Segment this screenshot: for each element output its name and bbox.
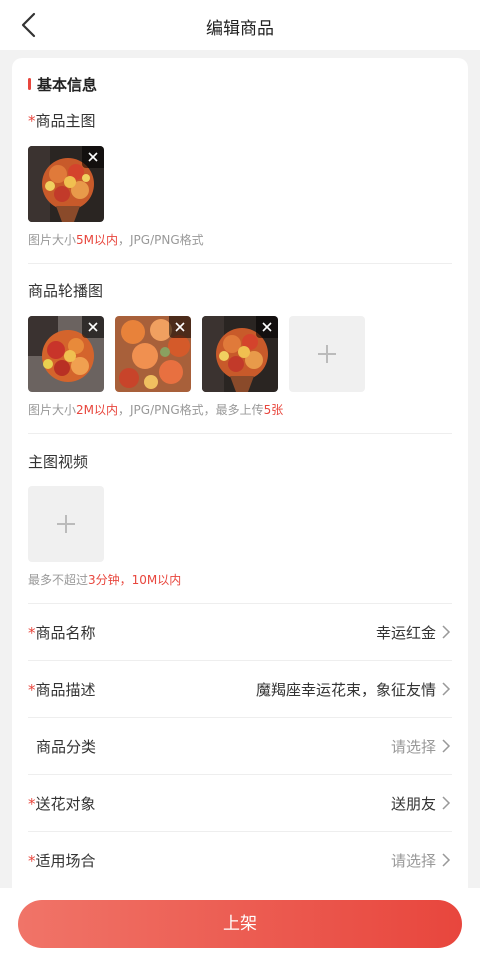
hint-limit: 2M以内: [76, 403, 119, 417]
field-label-text: 送花对象: [35, 795, 96, 813]
delete-image-button[interactable]: [82, 146, 104, 168]
hint-limit: 3分钟，10M以内: [88, 573, 182, 587]
carousel-thumb[interactable]: [115, 316, 191, 392]
close-icon: [262, 322, 272, 332]
field-value: 请选择: [390, 738, 436, 756]
hint-limit: 5M以内: [76, 233, 119, 247]
delete-image-button[interactable]: [256, 316, 278, 338]
carousel-thumb[interactable]: [202, 316, 278, 392]
field-row-product-description[interactable]: *商品描述 魔羯座幸运花束，象征友情: [28, 661, 452, 717]
plus-icon: [318, 345, 336, 363]
field-label: *送花对象: [28, 793, 96, 814]
field-label-text: 商品描述: [35, 681, 96, 699]
chevron-right-icon: [442, 853, 451, 867]
field-row-occasion[interactable]: *适用场合 请选择: [28, 832, 452, 888]
hint-text: 图片大小: [28, 233, 77, 247]
required-mark: *: [28, 852, 36, 870]
field-value: 送朋友: [390, 795, 436, 813]
required-mark: *: [28, 624, 36, 642]
carousel-thumb[interactable]: [28, 316, 104, 392]
chevron-right-icon: [442, 625, 451, 639]
publish-button[interactable]: 上架: [18, 900, 462, 948]
close-icon: [88, 322, 98, 332]
field-value: 幸运红金: [375, 624, 436, 642]
field-label: *商品描述: [28, 679, 96, 700]
section-title: 基本信息: [37, 75, 98, 94]
required-mark: *: [28, 681, 36, 699]
field-label-text: 适用场合: [35, 852, 96, 870]
field-value: 请选择: [390, 852, 436, 870]
hint-text: ，JPG/PNG格式，最多上传: [118, 403, 264, 417]
field-label-text: 商品名称: [35, 624, 96, 642]
field-value: 魔羯座幸运花束，象征友情: [255, 681, 436, 699]
bottom-bar: 上架: [0, 888, 480, 954]
video-label: 主图视频: [28, 453, 89, 471]
delete-image-button[interactable]: [169, 316, 191, 338]
close-icon: [175, 322, 185, 332]
page-title: 编辑商品: [206, 19, 274, 39]
carousel-label: 商品轮播图: [28, 282, 104, 300]
hint-text: 最多不超过: [28, 573, 89, 587]
main-image-label-text: 商品主图: [35, 112, 96, 130]
field-row-product-name[interactable]: *商品名称 幸运红金: [28, 604, 452, 660]
field-row-recipient[interactable]: *送花对象 送朋友: [28, 775, 452, 831]
field-label: *商品名称: [28, 622, 96, 643]
required-mark: *: [28, 795, 36, 813]
main-image-thumb[interactable]: [28, 146, 104, 222]
basic-info-card: 基本信息 *商品主图 图片大小5M以内，JPG/PNG格式 商品轮播图 图片大小…: [12, 58, 468, 898]
field-label: 商品分类: [36, 736, 96, 757]
field-label: *适用场合: [28, 850, 96, 871]
chevron-right-icon: [442, 739, 451, 753]
hint-count: 5张: [263, 403, 284, 417]
delete-image-button[interactable]: [82, 316, 104, 338]
add-video-button[interactable]: [28, 486, 104, 562]
chevron-right-icon: [442, 796, 451, 810]
video-hint: 最多不超过3分钟，10M以内: [28, 571, 181, 588]
nav-bar: 编辑商品: [0, 0, 480, 50]
section-header: 基本信息: [28, 74, 97, 94]
close-icon: [88, 152, 98, 162]
divider: [28, 433, 452, 434]
chevron-right-icon: [442, 682, 451, 696]
section-accent-bar: [28, 78, 31, 90]
field-label-text: 商品分类: [36, 738, 97, 756]
add-carousel-image-button[interactable]: [289, 316, 365, 392]
divider: [28, 263, 452, 264]
carousel-hint: 图片大小2M以内，JPG/PNG格式，最多上传5张: [28, 401, 283, 418]
field-row-product-category[interactable]: 商品分类 请选择: [28, 718, 452, 774]
plus-icon: [57, 515, 75, 533]
main-image-label: *商品主图: [28, 110, 96, 131]
required-mark: *: [28, 112, 36, 130]
hint-text: ，JPG/PNG格式: [118, 233, 204, 247]
main-image-hint: 图片大小5M以内，JPG/PNG格式: [28, 231, 204, 248]
hint-text: 图片大小: [28, 403, 77, 417]
